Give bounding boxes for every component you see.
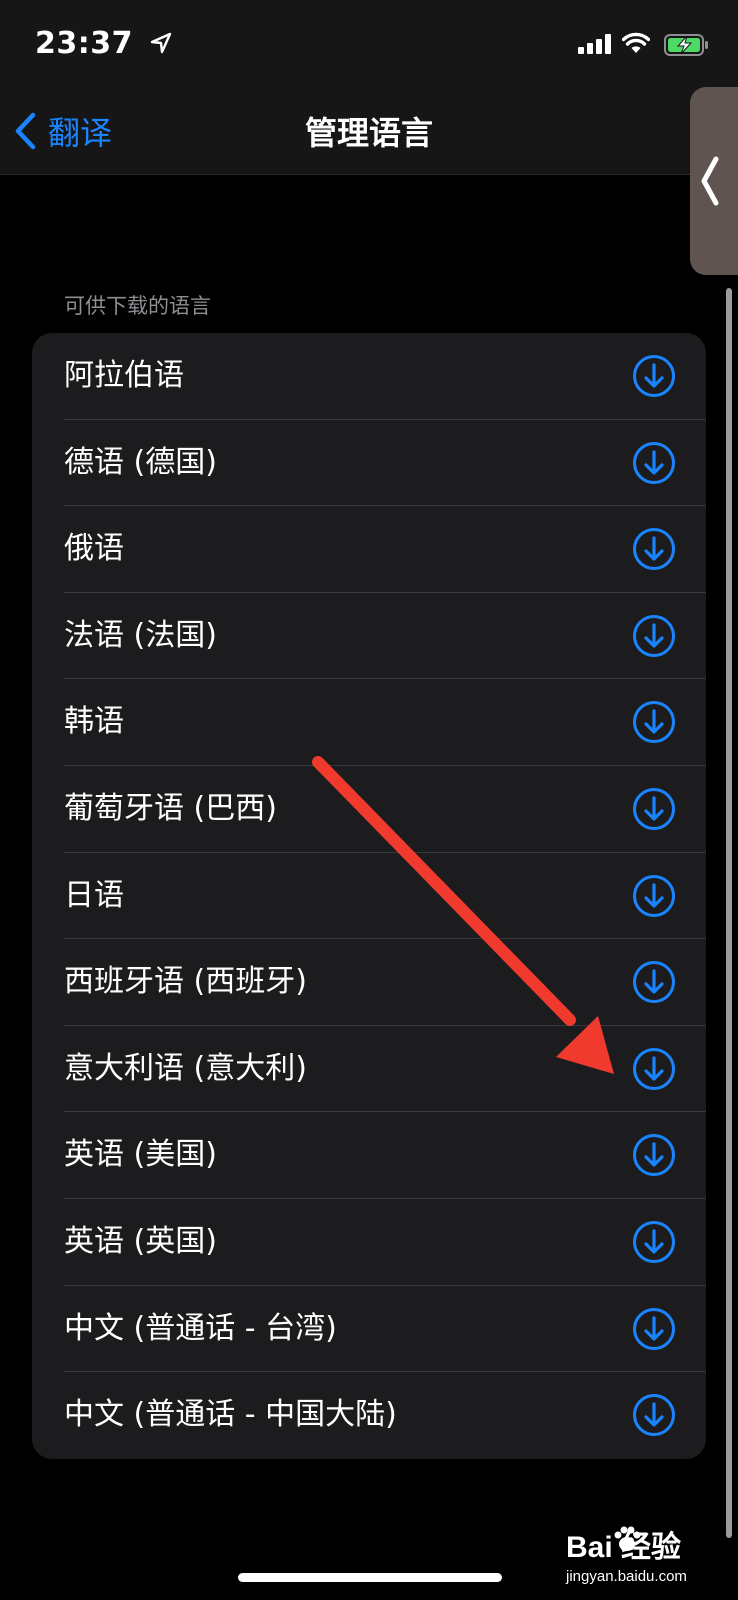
navigation-bar: 翻译 管理语言 [0,90,738,175]
download-button[interactable] [632,700,676,744]
language-name: 韩语 [64,704,124,740]
language-row: 中文 (普通话 - 中国大陆) [32,1372,706,1459]
download-icon [633,614,675,657]
language-name: 西班牙语 (西班牙) [64,964,307,1000]
side-drawer-tab[interactable] [690,87,738,275]
language-row: 韩语 [32,679,706,766]
download-button[interactable] [632,1133,676,1177]
wifi-icon [622,32,650,53]
download-icon [633,1220,675,1263]
home-indicator[interactable] [238,1573,502,1582]
language-name: 意大利语 (意大利) [64,1050,307,1086]
language-row: 英语 (美国) [32,1112,706,1199]
download-icon [633,528,675,571]
download-icon [633,701,675,744]
download-button[interactable] [632,1220,676,1264]
language-row: 日语 [32,853,706,940]
download-icon [633,355,675,397]
download-icon [633,1047,675,1090]
chevron-left-icon [701,156,719,206]
watermark-site: jingyan.baidu.com [566,1568,687,1585]
language-row: 法语 (法国) [32,593,706,680]
language-name: 英语 (美国) [64,1137,217,1173]
download-button[interactable] [632,1047,676,1091]
download-icon [633,874,675,917]
language-row: 俄语 [32,506,706,593]
language-row: 意大利语 (意大利) [32,1026,706,1113]
language-name: 日语 [64,877,124,913]
download-icon [633,1134,675,1177]
language-name: 法语 (法国) [64,617,217,653]
battery-charging-icon [664,34,708,56]
page-title: 管理语言 [304,114,433,152]
download-button[interactable] [632,960,676,1004]
download-icon [633,441,675,484]
language-row: 葡萄牙语 (巴西) [32,766,706,853]
language-name: 葡萄牙语 (巴西) [64,790,277,826]
language-list: 阿拉伯语德语 (德国) 俄语法语 (法国) 韩语葡萄牙语 (巴西) 日语西班牙语 (西… [32,333,706,1459]
download-button[interactable] [632,874,676,918]
scrollbar[interactable] [726,288,732,1538]
cellular-signal-icon [578,34,611,54]
download-button[interactable] [632,1393,676,1437]
language-row: 德语 (德国) [32,420,706,507]
language-row: 英语 (英国) [32,1199,706,1286]
status-bar: 23:37 [0,0,738,90]
language-name: 中文 (普通话 - 中国大陆) [64,1397,397,1433]
download-button[interactable] [632,1307,676,1351]
download-button[interactable] [632,614,676,658]
download-button[interactable] [632,354,676,398]
language-name: 英语 (英国) [64,1223,217,1259]
language-name: 中文 (普通话 - 台湾) [64,1310,337,1346]
language-row: 中文 (普通话 - 台湾) [32,1286,706,1373]
language-row: 阿拉伯语 [32,333,706,420]
paw-logo-icon [614,1526,641,1551]
download-icon [633,1307,675,1350]
download-button[interactable] [632,787,676,831]
status-time: 23:37 [35,26,133,61]
section-header: 可供下载的语言 [64,294,211,318]
download-button[interactable] [632,527,676,571]
location-arrow-icon [150,32,172,54]
download-button[interactable] [632,441,676,485]
baidu-watermark: Bai 经验 jingyan.baidu.com [566,1522,726,1592]
download-icon [633,1394,675,1437]
language-name: 俄语 [64,531,124,567]
language-row: 西班牙语 (西班牙) [32,939,706,1026]
language-name: 德语 (德国) [64,444,217,480]
language-name: 阿拉伯语 [64,358,184,393]
download-icon [633,961,675,1004]
download-icon [633,787,675,830]
